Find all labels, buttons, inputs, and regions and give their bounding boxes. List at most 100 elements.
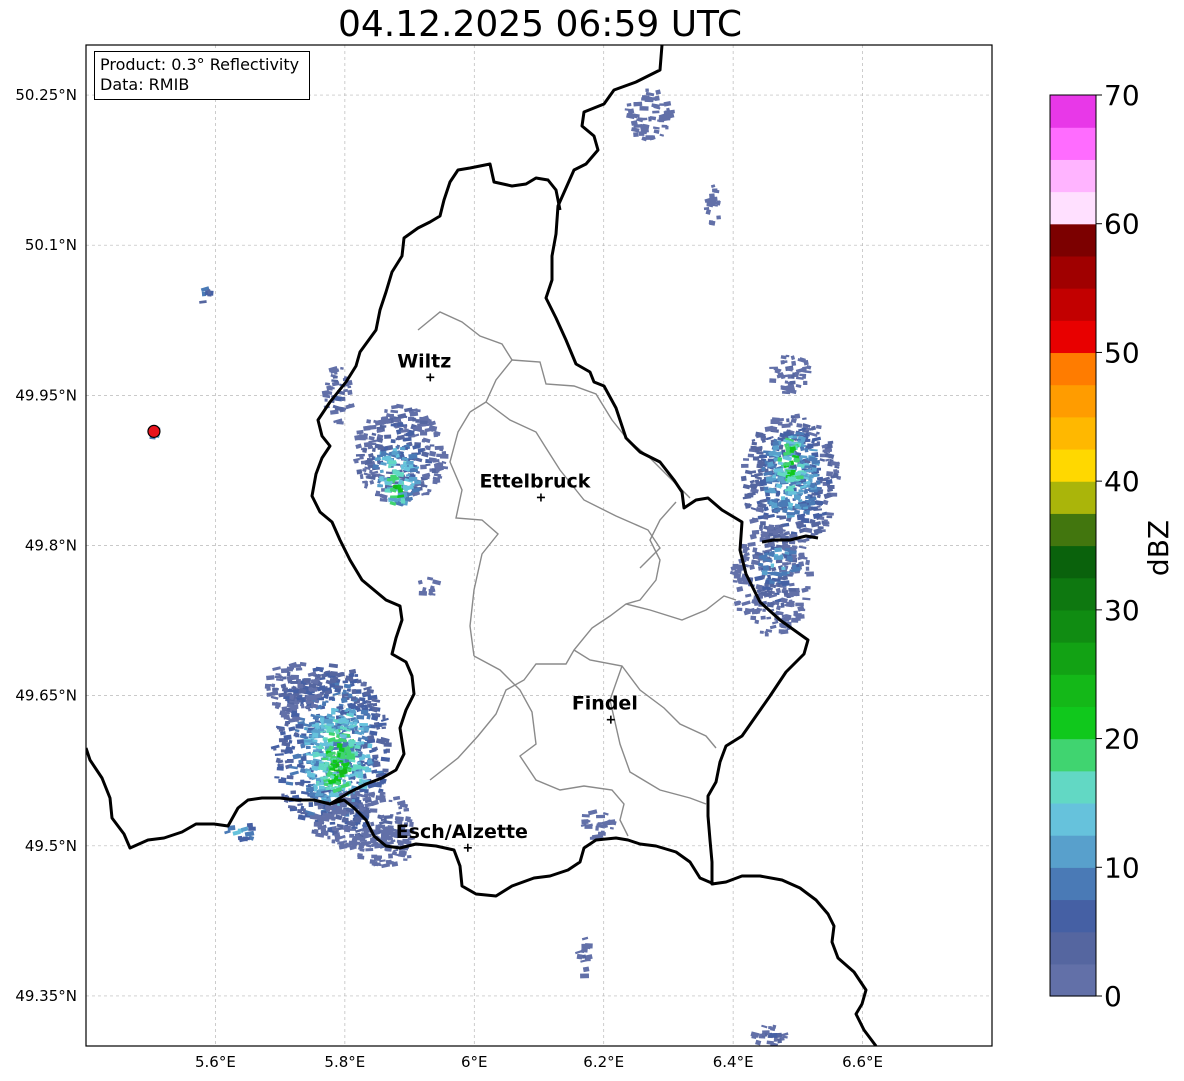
product-label: Product: 0.3° Reflectivity <box>100 55 300 74</box>
echo-pixel <box>736 569 742 575</box>
echo-pixel <box>772 530 779 536</box>
echo-pixel <box>658 117 665 123</box>
echo-pixel <box>576 953 583 960</box>
echo-pixel <box>595 825 599 831</box>
echo-pixel <box>363 425 371 431</box>
echo-pixel <box>796 423 803 428</box>
echo-pixel <box>332 376 338 379</box>
echo-pixel <box>383 742 392 747</box>
echo-pixel <box>275 673 281 676</box>
echo-pixel <box>807 443 814 449</box>
echo-pixel <box>736 564 741 570</box>
radar-site-icon <box>147 424 161 438</box>
echo-pixel <box>754 619 760 625</box>
echo-pixel <box>761 569 768 576</box>
echo-pixel <box>435 467 440 473</box>
echo-pixel <box>359 723 368 727</box>
echo-pixel <box>774 547 782 553</box>
echo-pixel <box>390 439 396 444</box>
echo-pixel <box>754 601 759 606</box>
echo-pixel <box>384 434 392 439</box>
echo-pixel <box>360 709 369 715</box>
echo-pixel <box>381 726 387 730</box>
echo-pixel <box>818 491 823 494</box>
echo-pixel <box>274 675 280 679</box>
echo-pixel <box>796 514 805 521</box>
echo-pixel <box>383 815 393 820</box>
echo-pixel <box>352 801 358 806</box>
echo-pixel <box>716 215 721 220</box>
echo-pixel <box>785 354 790 358</box>
echo-pixel <box>384 419 392 423</box>
echo-pixel <box>335 763 340 767</box>
echo-pixel <box>826 515 833 519</box>
echo-pixel <box>387 825 394 831</box>
echo-pixel <box>327 835 331 840</box>
echo-pixel <box>319 753 326 757</box>
echo-pixel <box>313 688 318 692</box>
echo-pixel <box>439 447 444 452</box>
echo-pixel <box>311 703 317 709</box>
echo-pixel <box>246 822 253 828</box>
echo-pixel <box>750 615 757 621</box>
lon-tick-label: 5.8°E <box>324 1053 365 1071</box>
echo-pixel <box>597 831 606 836</box>
echo-pixel <box>765 476 773 482</box>
echo-pixel <box>642 95 646 99</box>
echo-pixel <box>414 408 421 413</box>
echo-pixel <box>789 380 796 385</box>
echo-pixel <box>356 714 365 720</box>
echo-pixel <box>272 747 277 751</box>
echo-pixel <box>338 840 345 847</box>
echo-pixel <box>384 409 388 414</box>
echo-pixel <box>367 442 377 446</box>
echo-pixel <box>379 469 384 474</box>
echo-pixel <box>358 727 364 731</box>
echo-pixel <box>787 491 797 495</box>
echo-pixel <box>652 97 659 101</box>
echo-pixel <box>367 743 373 749</box>
echo-pixel <box>296 739 305 745</box>
echo-pixel <box>321 757 329 761</box>
lat-tick-label: 50.1°N <box>25 236 77 254</box>
echo-pixel <box>645 88 649 92</box>
echo-pixel <box>347 385 352 389</box>
echo-pixel <box>364 481 368 487</box>
echo-pixel <box>323 718 333 724</box>
echo-pixel <box>804 447 809 453</box>
echo-pixel <box>420 431 428 436</box>
echo-pixel <box>400 446 406 451</box>
echo-pixel <box>607 821 614 826</box>
echo-pixel <box>633 132 639 137</box>
echo-pixel <box>360 460 366 465</box>
echo-pixel <box>248 826 256 831</box>
echo-pixel <box>665 125 669 130</box>
echo-pixel <box>799 503 808 507</box>
city-label: Findel <box>572 693 638 715</box>
echo-pixel <box>415 425 421 429</box>
echo-pixel <box>375 490 381 496</box>
echo-pixel <box>324 398 328 402</box>
echo-pixel <box>805 566 810 571</box>
echo-pixel <box>808 500 816 506</box>
echo-pixel <box>336 743 343 749</box>
lon-tick-label: 5.6°E <box>195 1053 236 1071</box>
echo-pixel <box>768 590 773 594</box>
echo-pixel <box>353 459 359 464</box>
echo-pixel <box>823 519 828 523</box>
echo-pixel <box>776 1037 783 1044</box>
echo-pixel <box>767 571 775 575</box>
echo-pixel <box>281 686 289 693</box>
echo-pixel <box>295 725 304 729</box>
echo-pixel <box>360 741 365 745</box>
echo-pixel <box>411 417 417 422</box>
echo-pixel <box>406 854 412 859</box>
echo-pixel <box>421 438 426 443</box>
lon-tick-label: 6.6°E <box>842 1053 883 1071</box>
echo-pixel <box>380 829 389 834</box>
echo-pixel <box>760 521 766 526</box>
echo-pixel <box>360 434 364 437</box>
echo-pixel <box>308 802 314 807</box>
echo-pixel <box>403 425 408 430</box>
echo-pixel <box>781 571 788 576</box>
